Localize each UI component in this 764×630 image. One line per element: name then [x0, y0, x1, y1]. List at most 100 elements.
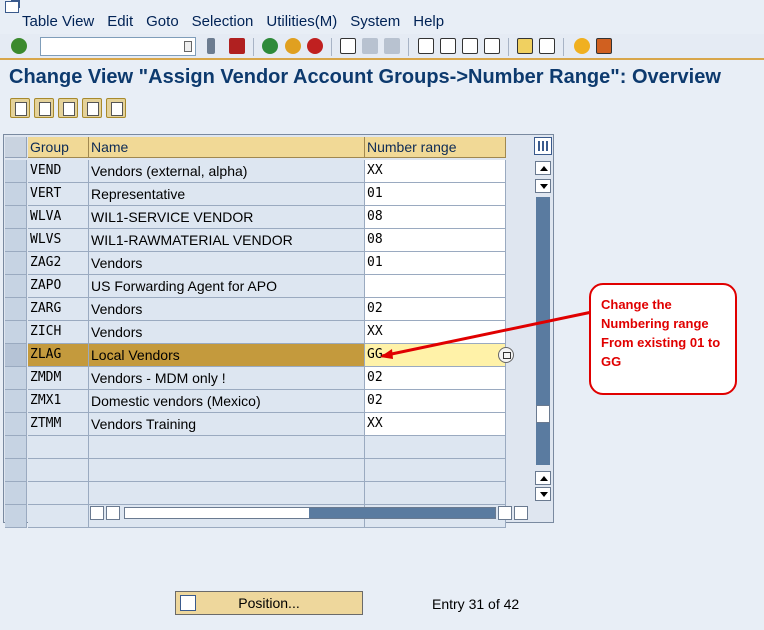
back-arrow-icon[interactable] [207, 38, 215, 54]
vertical-scroll-thumb[interactable] [536, 405, 550, 423]
table-row[interactable]: ZMX1 Domestic vendors (Mexico) 02 [5, 390, 506, 413]
menu-system[interactable]: System [350, 13, 400, 30]
menu-edit[interactable]: Edit [107, 13, 133, 30]
row-selector[interactable] [5, 321, 27, 344]
row-selector[interactable] [5, 505, 27, 528]
column-header-name[interactable]: Name [89, 137, 365, 158]
table-row[interactable]: WLVA WIL1-SERVICE VENDOR 08 [5, 206, 506, 229]
menu-selection[interactable]: Selection [192, 13, 254, 30]
vertical-scrollbar[interactable] [535, 161, 551, 503]
row-selector[interactable] [5, 390, 27, 413]
row-selector[interactable] [5, 413, 27, 436]
row-selector[interactable] [5, 206, 27, 229]
scroll-left-right-section-icon[interactable] [498, 506, 512, 520]
last-page-icon[interactable] [484, 38, 500, 54]
row-selector[interactable] [5, 298, 27, 321]
cell-number-range-input[interactable]: 01 [365, 252, 506, 275]
menu-table-view[interactable]: Table View [22, 13, 94, 30]
display-change-icon[interactable] [10, 98, 30, 118]
row-selector[interactable] [5, 482, 27, 505]
table-row[interactable]: VERT Representative 01 [5, 183, 506, 206]
scroll-up-bottom-icon[interactable] [535, 471, 551, 485]
scroll-left-icon[interactable] [90, 506, 104, 520]
cell-number-range-input[interactable]: 02 [365, 367, 506, 390]
vertical-scroll-track[interactable] [536, 197, 550, 465]
horizontal-scrollbar[interactable] [90, 506, 496, 520]
next-page-icon[interactable] [462, 38, 478, 54]
select-all-column-header[interactable] [5, 137, 27, 158]
system-menu-icon[interactable] [5, 1, 19, 13]
row-selector[interactable] [5, 229, 27, 252]
position-button[interactable]: Position... [175, 591, 363, 615]
back-icon[interactable] [262, 38, 278, 54]
cell-number-range-input[interactable]: 08 [365, 206, 506, 229]
customize-layout-icon[interactable] [596, 38, 612, 54]
table-settings-icon[interactable] [534, 137, 552, 155]
table-row-empty[interactable] [5, 436, 506, 459]
cell-number-range-input[interactable]: 02 [365, 390, 506, 413]
menu-help[interactable]: Help [413, 13, 444, 30]
table-row[interactable]: ZAPO US Forwarding Agent for APO [5, 275, 506, 298]
scroll-right-icon[interactable] [106, 506, 120, 520]
table-row[interactable]: ZTMM Vendors Training XX [5, 413, 506, 436]
table-row-empty[interactable] [5, 459, 506, 482]
shortcut-icon[interactable] [539, 38, 555, 54]
row-selector[interactable] [5, 183, 27, 206]
save-icon[interactable] [229, 38, 245, 54]
print-icon[interactable] [340, 38, 356, 54]
cell-number-range-input[interactable]: XX [365, 321, 506, 344]
value-help-icon[interactable] [498, 347, 514, 363]
cell-number-range-input [365, 482, 506, 505]
scroll-down-bottom-icon[interactable] [535, 487, 551, 501]
table-row[interactable]: ZARG Vendors 02 [5, 298, 506, 321]
cell-group: ZMX1 [28, 390, 89, 413]
select-block-icon[interactable] [82, 98, 102, 118]
table-row[interactable]: ZLAG Local Vendors GG [5, 344, 514, 367]
row-selector[interactable] [5, 367, 27, 390]
row-selector[interactable] [5, 160, 27, 183]
previous-page-icon[interactable] [440, 38, 456, 54]
horizontal-scrollbar-right[interactable] [498, 506, 538, 520]
table-row[interactable]: ZAG2 Vendors 01 [5, 252, 506, 275]
menu-goto[interactable]: Goto [146, 13, 179, 30]
table-row-empty[interactable] [5, 482, 506, 505]
column-header-group[interactable]: Group [28, 137, 89, 158]
enter-icon[interactable] [11, 38, 27, 54]
help-icon[interactable] [574, 38, 590, 54]
find-next-icon[interactable] [384, 38, 400, 54]
column-header-number-range[interactable]: Number range [365, 137, 506, 158]
row-selector[interactable] [5, 275, 27, 298]
cell-number-range-input[interactable]: XX [365, 160, 506, 183]
select-all-icon[interactable] [58, 98, 78, 118]
cell-number-range-input[interactable]: XX [365, 413, 506, 436]
cell-number-range-input[interactable]: 02 [365, 298, 506, 321]
cell-number-range-input[interactable]: 08 [365, 229, 506, 252]
cell-number-range-input[interactable]: GG [365, 344, 514, 367]
cell-number-range-value: 02 [367, 393, 383, 408]
cell-number-range-input[interactable]: 01 [365, 183, 506, 206]
horizontal-scroll-track[interactable] [124, 507, 496, 519]
row-selector[interactable] [5, 344, 27, 367]
first-page-icon[interactable] [418, 38, 434, 54]
row-selector[interactable] [5, 436, 27, 459]
table-row[interactable]: VEND Vendors (external, alpha) XX [5, 160, 506, 183]
cell-number-range-input[interactable] [365, 275, 506, 298]
row-selector[interactable] [5, 252, 27, 275]
find-icon[interactable] [362, 38, 378, 54]
command-history-icon[interactable] [184, 41, 192, 52]
exit-icon[interactable] [285, 38, 301, 54]
command-field[interactable] [40, 37, 196, 56]
row-selector[interactable] [5, 459, 27, 482]
create-session-icon[interactable] [517, 38, 533, 54]
table-row[interactable]: WLVS WIL1-RAWMATERIAL VENDOR 08 [5, 229, 506, 252]
table-row[interactable]: ZICH Vendors XX [5, 321, 506, 344]
menu-utilities[interactable]: Utilities(M) [266, 13, 337, 30]
scroll-up-icon[interactable] [535, 161, 551, 175]
horizontal-scroll-thumb[interactable] [309, 508, 495, 518]
deselect-all-icon[interactable] [106, 98, 126, 118]
display-change-other-icon[interactable] [34, 98, 54, 118]
cancel-icon[interactable] [307, 38, 323, 54]
scroll-down-icon[interactable] [535, 179, 551, 193]
table-row[interactable]: ZMDM Vendors - MDM only ! 02 [5, 367, 506, 390]
scroll-right-right-section-icon[interactable] [514, 506, 528, 520]
